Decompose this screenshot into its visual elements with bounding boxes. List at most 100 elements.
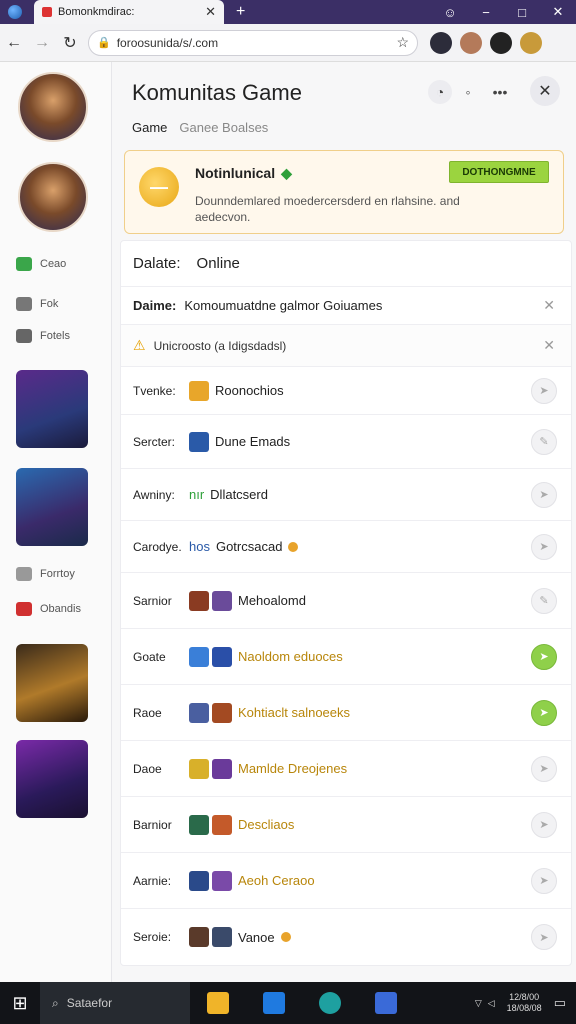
bookmark-star-icon[interactable]: ☆: [396, 34, 409, 51]
close-panel-button[interactable]: ✕: [530, 76, 560, 106]
profile-icon[interactable]: ☺: [432, 5, 468, 20]
item-action-button[interactable]: ➤: [531, 699, 557, 726]
rail-link-ceao[interactable]: Ceao: [16, 257, 66, 271]
minimize-button[interactable]: −: [468, 5, 504, 20]
notifications-icon[interactable]: ▭: [554, 995, 566, 1011]
item-action-button[interactable]: ➤: [531, 755, 557, 782]
item-prefix: hos: [189, 539, 210, 554]
item-icons: [189, 380, 209, 401]
notice-action-button[interactable]: DOTHONGMNE: [449, 161, 549, 183]
tab-game[interactable]: Game: [132, 120, 167, 135]
dismiss-icon[interactable]: ✕: [543, 297, 555, 314]
windows-start-icon[interactable]: ⊞: [0, 993, 40, 1014]
list-item[interactable]: Sercter: Dune Emads ✎: [121, 415, 571, 469]
toolbar-extensions: [426, 31, 546, 54]
item-key: Seroie:: [133, 930, 172, 944]
warning-row: ⚠ Unicroosto (a Idigsdadsl) ✕: [121, 325, 571, 367]
item-action-button[interactable]: ✎: [531, 587, 557, 614]
game-thumbnail-4[interactable]: [16, 740, 88, 818]
dismiss-icon[interactable]: ✕: [543, 337, 555, 354]
item-key: Carodye.: [133, 539, 182, 554]
item-action-button[interactable]: ➤: [531, 533, 557, 560]
tab-close-icon[interactable]: ✕: [205, 4, 216, 20]
item-value: Kohtiaclt salnoeeks: [238, 705, 351, 720]
address-bar[interactable]: 🔒 foroosunida/s/.com ☆: [88, 29, 418, 56]
status-value: Online: [196, 255, 240, 272]
item-action-button[interactable]: ➤: [531, 867, 557, 894]
clock-time: 18/08/08: [506, 1003, 542, 1013]
extension-icon[interactable]: [430, 31, 452, 54]
rail-link-fotels[interactable]: Fotels: [16, 329, 70, 343]
rail-avatar-top[interactable]: [18, 72, 88, 142]
item-action-button[interactable]: ➤: [531, 377, 557, 404]
warning-icon: ⚠: [133, 337, 146, 353]
rail-link-obandis[interactable]: Obandis: [16, 602, 81, 616]
list-item[interactable]: Raoe Kohtiaclt salnoeeks ➤: [121, 685, 571, 741]
game-thumbnail-1[interactable]: [16, 370, 88, 448]
user-avatar-icon[interactable]: [460, 31, 482, 54]
list-item[interactable]: Carodye. hos Gotrcsacad ➤: [121, 521, 571, 573]
item-value: Descliaos: [238, 817, 295, 832]
rail-avatar-second[interactable]: [18, 162, 88, 232]
reload-icon[interactable]: ↻: [56, 33, 84, 53]
list-item[interactable]: Barnior Descliaos ➤: [121, 797, 571, 853]
list-item[interactable]: Sarnior Mehoalomd ✎: [121, 573, 571, 629]
rail-link-forrtoy[interactable]: Forrtoy: [16, 567, 75, 581]
item-icons: [189, 590, 232, 611]
clock[interactable]: 12/8/00 18/08/08: [507, 992, 542, 1014]
item-action-button[interactable]: ➤: [531, 643, 557, 670]
item-avatar-icon: [189, 927, 209, 947]
item-game-icon: [189, 380, 209, 401]
list-item[interactable]: Goate Naoldom eduoces ➤: [121, 629, 571, 685]
tab-ganee-boalses[interactable]: Ganee Boalses: [179, 120, 268, 135]
office-app-icon[interactable]: [375, 992, 397, 1014]
browser-tab-bar: Bomonkmdirac: ✕ + ☺ − □ ✕: [0, 0, 576, 24]
forward-arrow-icon[interactable]: →: [28, 34, 56, 52]
item-value: Roonochios: [215, 383, 284, 398]
location-icon[interactable]: ◦: [456, 80, 480, 104]
edge-browser-icon[interactable]: [319, 992, 341, 1014]
browser-tab[interactable]: Bomonkmdirac: ✕: [34, 0, 224, 24]
volume-icon[interactable]: ◁: [488, 998, 495, 1009]
item-avatar-icon: [212, 702, 232, 723]
item-avatar-icon: [212, 927, 232, 947]
item-key: Barnior: [133, 817, 172, 832]
notice-title-text: Notinlunical: [195, 165, 276, 181]
new-tab-button[interactable]: +: [236, 3, 245, 21]
list-item[interactable]: Tvenke: Roonochios ➤: [121, 367, 571, 415]
windows-store-icon[interactable]: [263, 992, 285, 1014]
os-taskbar: ⊞ ⌕ Sataefor ▽ ◁ 12/8/00 18/08/08 ▭: [0, 982, 576, 1024]
item-key: Daoe: [133, 761, 162, 776]
item-avatar-icon: [189, 870, 209, 891]
game-thumbnail-3[interactable]: [16, 644, 88, 722]
game-thumbnail-2[interactable]: [16, 468, 88, 546]
taskbar-search[interactable]: ⌕ Sataefor: [40, 982, 190, 1024]
close-window-button[interactable]: ✕: [540, 4, 576, 20]
window-controls: ☺ − □ ✕: [432, 0, 576, 24]
settings-icon[interactable]: ◔: [428, 80, 452, 104]
item-value: Dune Emads: [215, 434, 291, 449]
more-icon[interactable]: •••: [488, 80, 512, 104]
list-item[interactable]: Aarnie: Aeoh Ceraoo ➤: [121, 853, 571, 909]
rail-link-fok[interactable]: Fok: [16, 297, 58, 311]
item-action-button[interactable]: ➤: [531, 924, 557, 950]
browser-globe-icon[interactable]: [8, 5, 22, 19]
file-explorer-icon[interactable]: [207, 992, 229, 1014]
maximize-button[interactable]: □: [504, 5, 540, 20]
item-key: Tvenke:: [133, 383, 176, 398]
item-action-button[interactable]: ➤: [531, 481, 557, 508]
extension-dark-icon[interactable]: [490, 31, 512, 54]
cross-icon: [16, 329, 32, 343]
list-item[interactable]: Awniny: nır Dllatcserd ➤: [121, 469, 571, 521]
item-action-button[interactable]: ➤: [531, 811, 557, 838]
status-key: Dalate:: [133, 255, 181, 272]
profile-avatar-icon[interactable]: [520, 31, 542, 54]
item-value: Vanoe: [238, 929, 275, 945]
list-item[interactable]: Seroie: Vanoe ➤: [121, 909, 571, 965]
browser-toolbar: ← → ↻ 🔒 foroosunida/s/.com ☆: [0, 24, 576, 62]
list-item[interactable]: Daoe Mamlde Dreojenes ➤: [121, 741, 571, 797]
item-icons: [189, 927, 232, 947]
network-icon[interactable]: ▽: [475, 998, 482, 1009]
back-arrow-icon[interactable]: ←: [0, 34, 28, 52]
item-action-button[interactable]: ✎: [531, 428, 557, 455]
